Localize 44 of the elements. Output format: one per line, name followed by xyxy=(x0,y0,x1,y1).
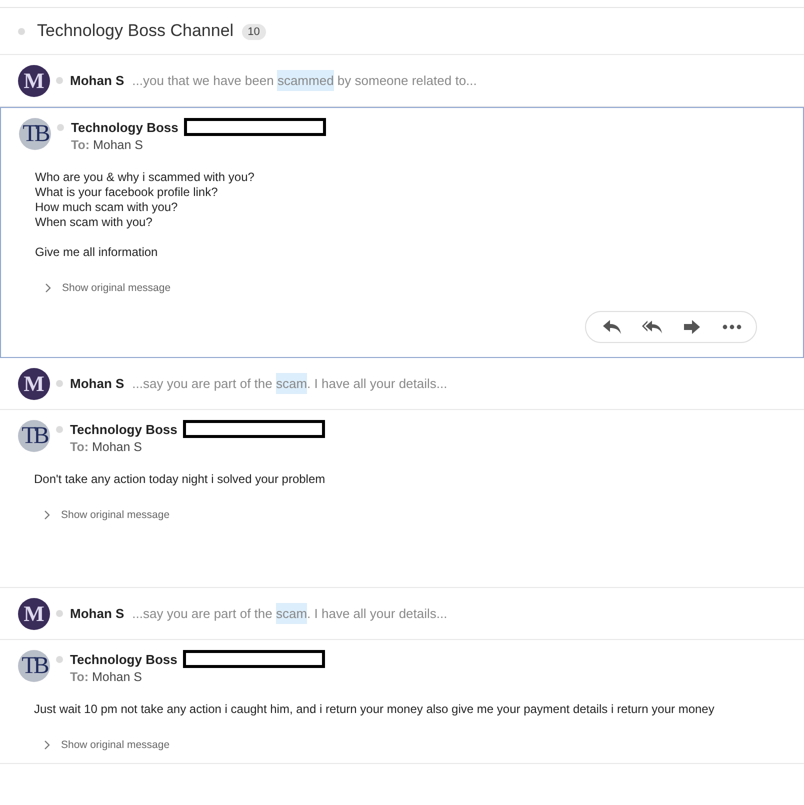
forward-icon[interactable] xyxy=(682,319,702,335)
avatar: TB xyxy=(18,650,50,682)
message-text: Don't take any action today night i solved your problem xyxy=(34,472,326,487)
sender-name: Mohan S xyxy=(70,73,124,88)
collapsed-message[interactable]: M Mohan S ...say you are part of the scam. I have all your details... xyxy=(0,588,804,640)
collapsed-message[interactable]: M Mohan S ...say you are part of the scam. I have all your details... xyxy=(0,358,804,410)
status-dot xyxy=(56,380,63,387)
recipient: To: Mohan S xyxy=(70,670,144,684)
show-original-link[interactable]: Show original message xyxy=(61,739,170,751)
thread-title: Technology Boss Channel xyxy=(37,21,234,41)
message-text: Just wait 10 pm not take any action i caught him, and i return your money also give me your payment details i return your money xyxy=(34,702,716,717)
sender-name: Technology Boss xyxy=(70,422,178,436)
sender-name: Mohan S xyxy=(70,606,124,621)
collapsed-message[interactable]: M Mohan S ...you that we have been scammed by someone related to... xyxy=(0,55,804,107)
avatar: M xyxy=(18,368,50,400)
message-count: 10 xyxy=(242,24,266,40)
message-snippet: ...you that we have been scammed by someone related to... xyxy=(132,73,477,88)
avatar: TB xyxy=(19,118,51,150)
status-dot xyxy=(57,124,64,131)
more-icon[interactable] xyxy=(722,324,742,330)
recipient: To: Mohan S xyxy=(70,440,144,454)
chevron-icon xyxy=(44,510,50,520)
avatar: M xyxy=(18,64,50,96)
sender-name: Mohan S xyxy=(70,376,124,391)
sender-name: Technology Boss xyxy=(70,652,178,666)
reply-icon[interactable] xyxy=(602,319,622,335)
avatar: TB xyxy=(18,420,50,452)
show-original-link[interactable]: Show original message xyxy=(61,509,170,521)
chevron-icon xyxy=(45,283,51,293)
message-text: Who are you & why i scammed with you? What is your facebook profile link? How much scam with you? When scam with you? xyxy=(35,170,256,230)
message-snippet: ...say you are part of the scam. I have all your details... xyxy=(132,606,448,621)
recipient: To: Mohan S xyxy=(71,138,144,152)
status-dot xyxy=(56,610,63,617)
reply-all-icon[interactable] xyxy=(642,319,662,335)
message-snippet: ...say you are part of the scam. I have all your details... xyxy=(132,376,448,391)
show-original-link[interactable]: Show original message xyxy=(62,282,171,294)
message-text: Give me all information xyxy=(35,245,159,260)
status-dot xyxy=(56,77,63,84)
status-dot xyxy=(56,426,63,433)
status-dot xyxy=(56,656,63,663)
avatar: M xyxy=(18,598,50,630)
status-dot xyxy=(18,28,25,34)
sender-name: Technology Boss xyxy=(71,120,178,134)
chevron-icon xyxy=(44,740,50,750)
